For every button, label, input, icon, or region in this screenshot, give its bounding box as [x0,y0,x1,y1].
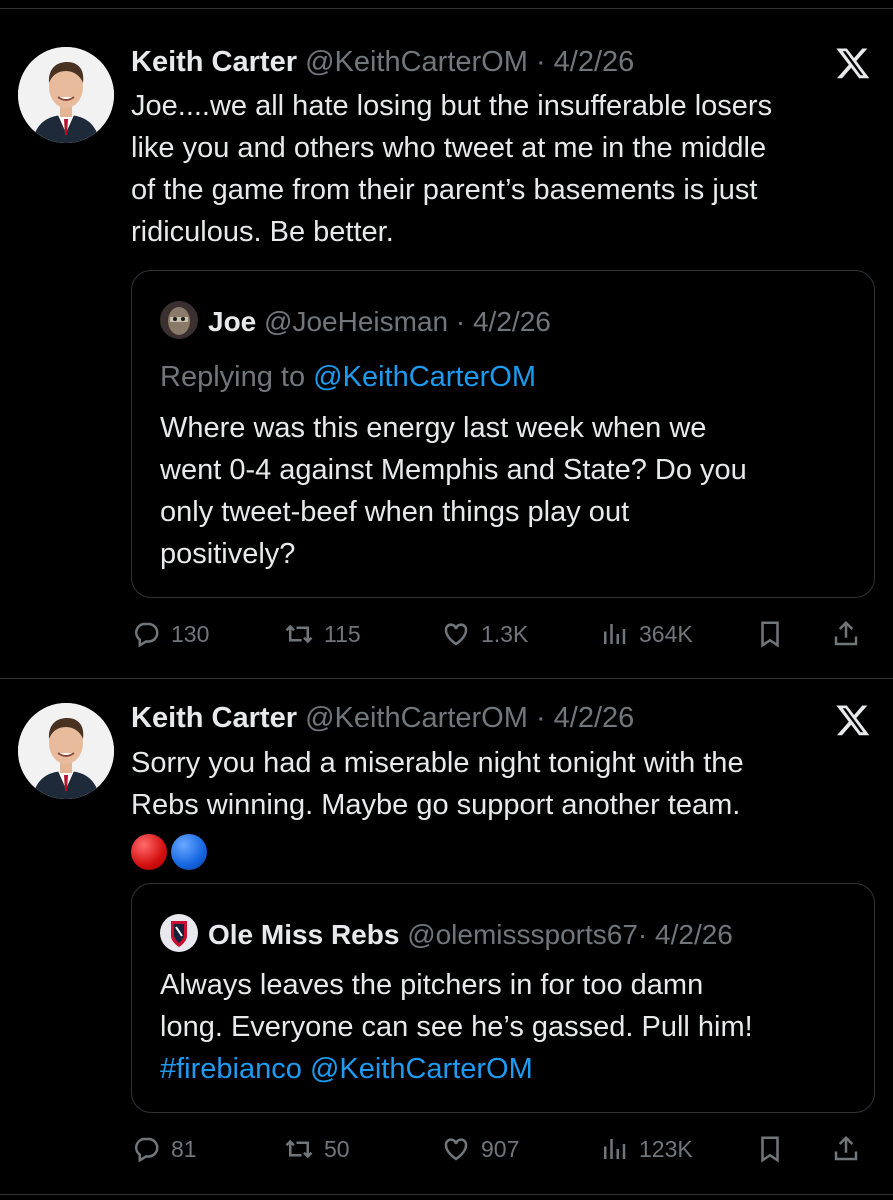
tweet-actions: 130 115 1.3K 364K [131,614,871,654]
replying-to: Replying to @KeithCarterOM [160,356,850,398]
author-name[interactable]: Keith Carter [131,702,297,734]
reply-button[interactable]: 81 [131,1129,197,1169]
quote-author-name[interactable]: Ole Miss Rebs [208,919,399,950]
replying-to-label: Replying to [160,361,314,393]
x-logo-icon [836,48,870,79]
author-name[interactable]: Keith Carter [131,46,297,78]
quoted-tweet[interactable]: Joe @JoeHeisman · 4/2/26 Replying to @Ke… [131,270,875,598]
views-icon [604,1139,626,1159]
like-button[interactable]: 1.3K [441,614,528,654]
quote-text: Where was this energy last week when we … [160,407,850,575]
quote-header: Joe @JoeHeisman · 4/2/26 [160,301,551,339]
share-button[interactable] [831,1129,871,1169]
bookmark-button[interactable] [755,614,795,654]
reply-button[interactable]: 130 [131,614,209,654]
tweet-date[interactable]: 4/2/26 [554,702,635,734]
like-count: 907 [481,1135,520,1162]
tweet-divider [0,678,893,679]
quote-date: 4/2/26 [655,919,733,950]
quote-author-avatar[interactable] [160,301,198,339]
views-count: 123K [639,1135,693,1162]
quote-text: Always leaves the pitchers in for too da… [160,964,850,1090]
tweet-text: Joe....we all hate losing but the insuff… [131,85,861,253]
separator: · [527,702,554,734]
like-button[interactable]: 907 [441,1129,519,1169]
reply-icon [135,622,159,648]
views-count: 364K [639,620,693,647]
retweet-button[interactable]: 115 [284,614,361,654]
author-avatar[interactable] [18,703,114,799]
quote-author-handle[interactable]: @olemisssports67 [407,919,638,950]
quote-author-handle[interactable]: @JoeHeisman [264,306,448,337]
tweet-text-line: Sorry you had a miserable night tonight … [131,747,744,779]
hashtag-link[interactable]: #firebianco [160,1053,302,1085]
tweet-text-line: ridiculous. Be better. [131,216,394,248]
separator: · [527,46,554,78]
quote-text-line: positively? [160,538,296,570]
quote-header: Ole Miss Rebs @olemisssports67· 4/2/26 [160,914,733,952]
tweet-1[interactable]: Keith Carter @KeithCarterOM · 4/2/26 Joe… [0,0,893,676]
quote-text-line: went 0-4 against Memphis and State? Do y… [160,454,747,486]
tweet-actions: 81 50 907 123K [131,1129,871,1169]
quoted-tweet[interactable]: Ole Miss Rebs @olemisssports67· 4/2/26 A… [131,883,875,1113]
tweet-date[interactable]: 4/2/26 [554,46,635,78]
quote-date: 4/2/26 [472,306,551,337]
tweet-text-line: Joe....we all hate losing but the insuff… [131,90,773,122]
views-button[interactable]: 364K [599,614,693,654]
reply-icon [135,1137,159,1163]
share-icon [834,620,858,646]
quote-text-line: only tweet-beef when things play out [160,496,630,528]
retweet-button[interactable]: 50 [284,1129,350,1169]
bookmark-button[interactable] [755,1129,795,1169]
share-button[interactable] [831,614,871,654]
like-icon [444,1138,468,1161]
x-logo-icon [836,705,870,736]
separator: · [637,919,656,950]
author-handle[interactable]: @KeithCarterOM [305,702,528,734]
quote-author-name[interactable]: Joe [208,306,256,337]
bottom-divider [0,1194,893,1195]
red-circle-emoji [131,834,167,871]
emoji-row [131,826,861,876]
quote-links-line: #firebianco @KeithCarterOM [160,1048,850,1090]
quote-author-avatar[interactable] [160,914,198,952]
author-avatar[interactable] [18,47,114,143]
author-handle[interactable]: @KeithCarterOM [305,46,528,78]
replying-to-handle[interactable]: @KeithCarterOM [313,361,536,393]
tweet-header: Keith Carter @KeithCarterOM · 4/2/26 [131,701,634,735]
quote-text-line: long. Everyone can see he’s gassed. Pull… [160,1011,753,1043]
bookmark-icon [761,621,779,648]
mention-link[interactable]: @KeithCarterOM [310,1053,533,1085]
retweet-icon [285,1139,313,1159]
bookmark-icon [761,1136,779,1163]
tweet-text: Sorry you had a miserable night tonight … [131,742,861,876]
blue-circle-emoji [171,834,207,871]
reply-count: 130 [171,620,210,647]
tweet-header: Keith Carter @KeithCarterOM · 4/2/26 [131,45,634,79]
separator: · [448,306,473,337]
views-icon [604,624,626,644]
retweet-icon [285,624,313,644]
tweet-text-line: of the game from their parent’s basement… [131,174,758,206]
share-icon [834,1135,858,1161]
tweet-text-line: Rebs winning. Maybe go support another t… [131,789,741,821]
retweet-count: 50 [324,1135,350,1162]
quote-text-line: Where was this energy last week when we [160,412,707,444]
like-icon [444,623,468,646]
views-button[interactable]: 123K [599,1129,693,1169]
tweet-2[interactable]: Keith Carter @KeithCarterOM · 4/2/26 Sor… [0,680,893,1190]
like-count: 1.3K [481,620,529,647]
quote-text-line: Always leaves the pitchers in for too da… [160,969,704,1001]
retweet-count: 115 [324,620,361,647]
tweet-text-line: like you and others who tweet at me in t… [131,132,767,164]
reply-count: 81 [171,1135,197,1162]
